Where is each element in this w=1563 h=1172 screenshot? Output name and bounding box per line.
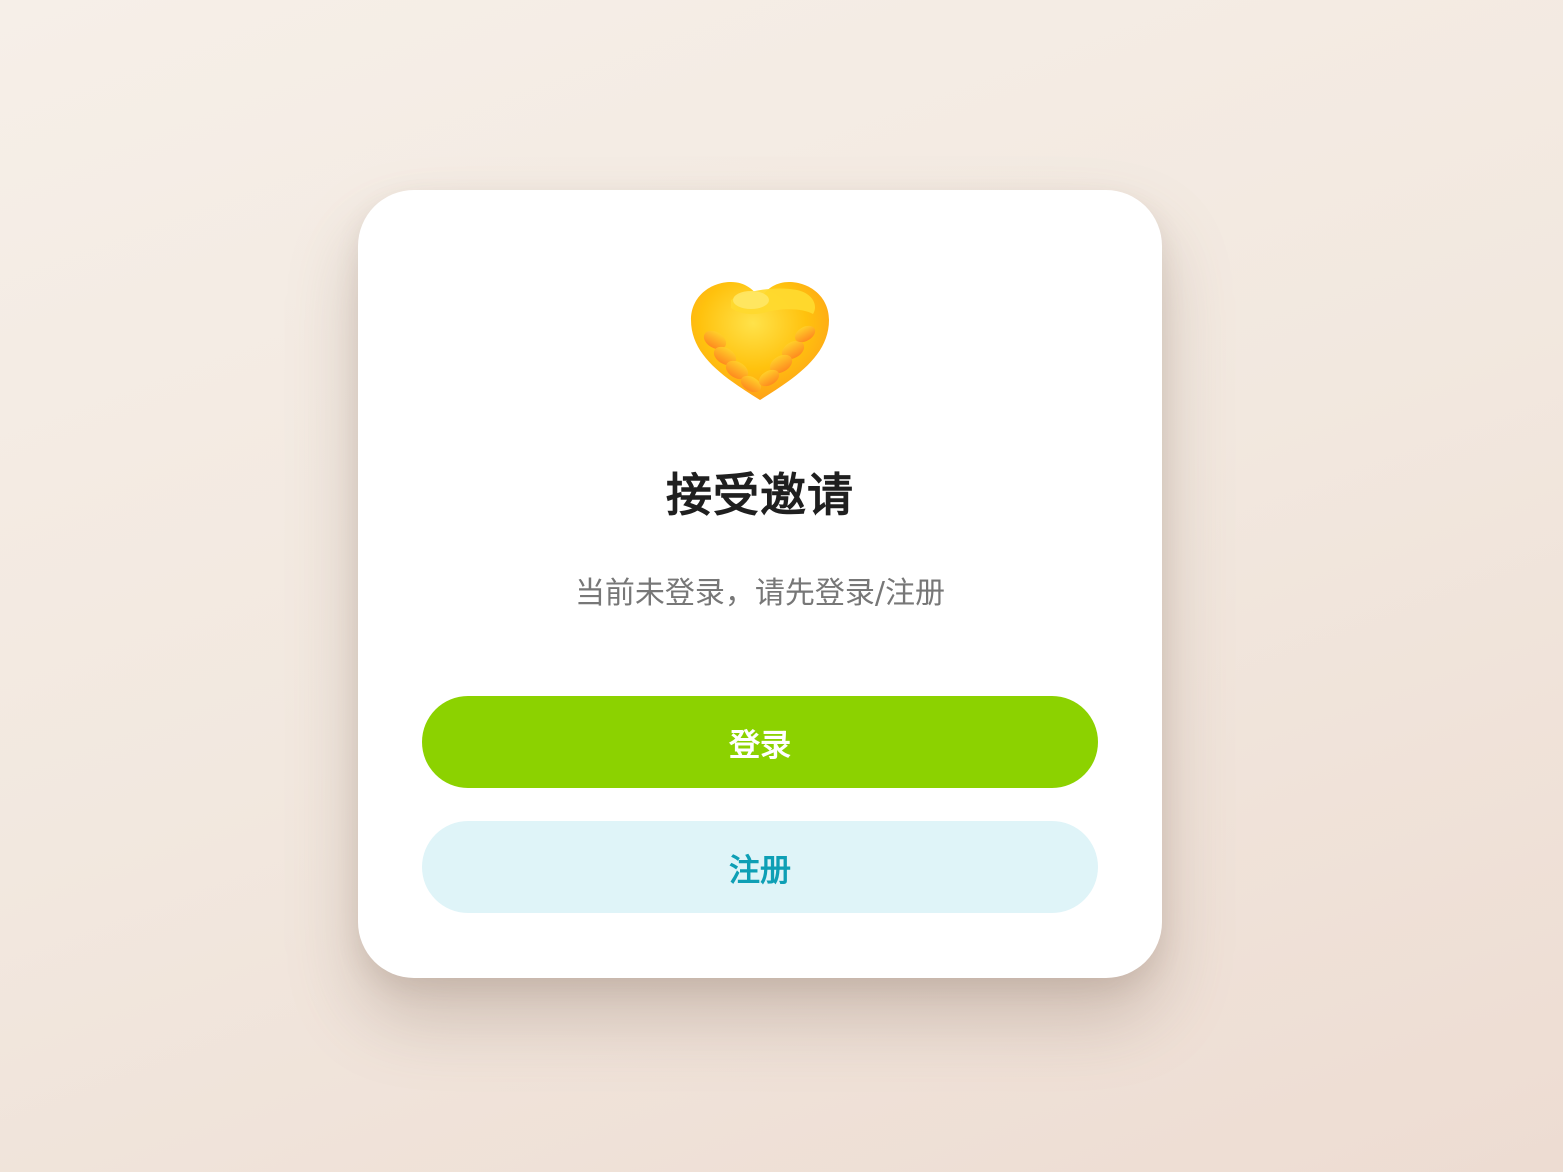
register-button[interactable]: 注册 xyxy=(422,821,1098,913)
dialog-title: 接受邀请 xyxy=(666,468,854,522)
handshake-heart-icon xyxy=(685,278,835,408)
login-required-message: 当前未登录，请先登录/注册 xyxy=(574,576,946,611)
invite-dialog: 接受邀请 当前未登录，请先登录/注册 登录 注册 xyxy=(358,190,1162,978)
login-button[interactable]: 登录 xyxy=(422,696,1098,788)
